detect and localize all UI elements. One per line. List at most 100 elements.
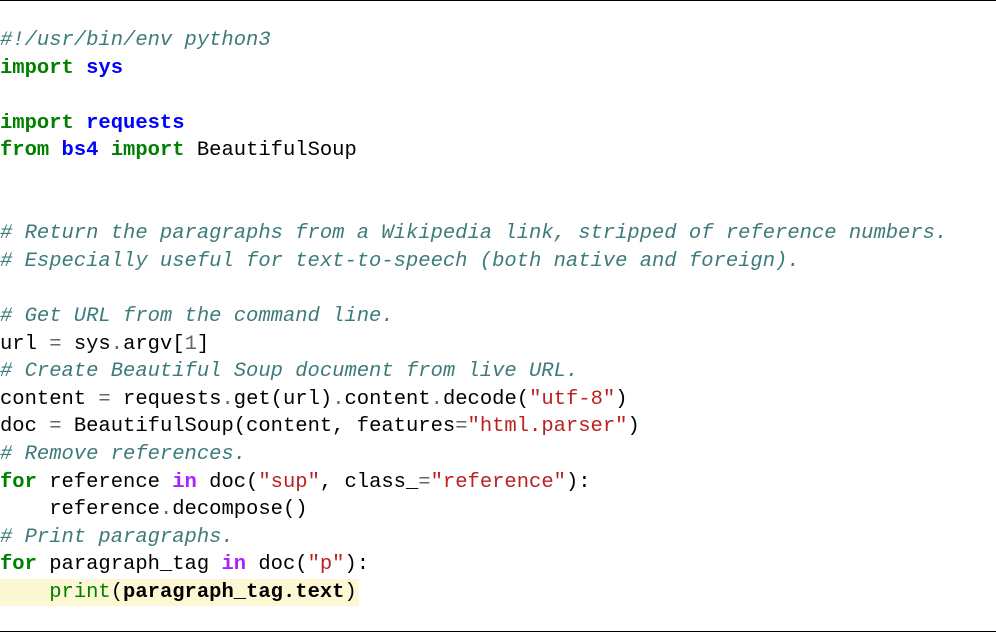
code-line: import sys (0, 55, 996, 83)
code-token: "reference" (430, 470, 566, 494)
code-token: ) (627, 415, 640, 439)
code-line-content: # Create Beautiful Soup document from li… (0, 360, 578, 383)
code-line: print(paragraph_tag.text) (0, 578, 996, 607)
code-token: "p" (307, 553, 345, 577)
code-line: url = sys.argv[1] (0, 331, 996, 359)
code-token: content (0, 387, 99, 411)
code-token: "html.parser" (467, 415, 628, 439)
code-line: from bs4 import BeautifulSoup (0, 137, 996, 165)
code-token: content (344, 387, 431, 411)
code-token: url (0, 332, 50, 356)
top-rule (0, 0, 996, 1)
code-line: reference.decompose() (0, 496, 996, 524)
code-token: decompose() (172, 498, 308, 522)
code-token: # Return the paragraphs from a Wikipedia… (0, 222, 948, 246)
code-token: reference (0, 498, 160, 522)
code-token: in (172, 470, 197, 494)
code-token: . (430, 387, 443, 411)
code-token: import (0, 56, 74, 80)
code-line: ​ (0, 193, 996, 221)
code-line-content: content = requests.get(url).content.deco… (0, 388, 628, 411)
code-token: for (0, 470, 37, 494)
code-token: = (98, 387, 111, 411)
code-token: "utf-8" (529, 387, 616, 411)
code-line-content: # Print paragraphs. (0, 526, 234, 549)
code-line-content: #!/usr/bin/env python3 (0, 29, 271, 52)
code-line: # Print paragraphs. (0, 524, 996, 552)
code-line: #!/usr/bin/env python3 (0, 27, 996, 55)
code-line-content: import requests (0, 112, 185, 135)
code-token: "sup" (258, 470, 320, 494)
code-token: # Create Beautiful Soup document from li… (0, 360, 579, 384)
code-token: = (455, 415, 468, 439)
code-token: ] (196, 332, 210, 356)
code-token: ): (565, 470, 591, 494)
code-line: doc = BeautifulSoup(content, features="h… (0, 413, 996, 441)
code-line-content: from bs4 import BeautifulSoup (0, 139, 357, 162)
code-token: = (418, 470, 431, 494)
code-token: . (332, 387, 345, 411)
code-token: ) (615, 387, 628, 411)
code-token: get(url) (233, 387, 333, 411)
code-token: doc( (196, 470, 259, 494)
code-token: sys (61, 332, 111, 356)
code-token: # Print paragraphs. (0, 525, 234, 549)
code-token: import (0, 111, 74, 135)
code-token: . (110, 332, 124, 356)
code-token: 1 (184, 332, 197, 356)
code-token: ( (110, 580, 124, 604)
code-token: import (110, 139, 185, 163)
code-token: in (221, 553, 247, 577)
code-line-content: for paragraph_tag in doc("p"): (0, 553, 369, 576)
code-token: # Especially useful for text-to-speech (… (0, 249, 800, 273)
code-line: # Get URL from the command line. (0, 303, 996, 331)
code-line-content: # Get URL from the command line. (0, 305, 394, 328)
code-line-content: for reference in doc("sup", class_="refe… (0, 471, 591, 494)
code-line-content: print(paragraph_tag.text) (0, 581, 357, 604)
code-line-content: # Remove references. (0, 443, 246, 466)
code-line-content: # Especially useful for text-to-speech (… (0, 250, 800, 273)
code-listing: #!/usr/bin/env python3import sys​import … (0, 27, 996, 607)
code-token: ) (344, 580, 357, 604)
code-token: argv[ (123, 332, 185, 356)
code-token: paragraph_tag.text (123, 580, 345, 604)
code-line: content = requests.get(url).content.deco… (0, 386, 996, 414)
code-line-content: doc = BeautifulSoup(content, features="h… (0, 415, 640, 438)
code-line: import requests (0, 110, 996, 138)
code-token: # Remove references. (0, 442, 247, 466)
code-token: . (159, 498, 173, 522)
code-token: sys (86, 56, 124, 80)
code-token: bs4 (61, 139, 99, 163)
code-line-content: reference.decompose() (0, 498, 308, 522)
code-token: #!/usr/bin/env python3 (0, 29, 271, 52)
bottom-rule (0, 631, 996, 632)
code-token: = (49, 332, 62, 356)
code-token: reference (36, 470, 173, 494)
code-token: BeautifulSoup(content, features (61, 415, 456, 439)
code-line: # Return the paragraphs from a Wikipedia… (0, 220, 996, 248)
code-token: paragraph_tag (36, 553, 222, 577)
code-token: print (49, 580, 111, 604)
code-line-content: import sys (0, 57, 123, 80)
code-token: from (0, 139, 50, 163)
code-line: ​ (0, 165, 996, 193)
code-token: , class_ (319, 470, 419, 494)
code-token: . (221, 387, 234, 411)
code-line: ​ (0, 82, 996, 110)
code-line-content: url = sys.argv[1] (0, 333, 209, 356)
code-token: # Get URL from the command line. (0, 304, 394, 328)
code-token: BeautifulSoup (184, 139, 357, 163)
code-token: doc (0, 415, 50, 439)
code-line-content: # Return the paragraphs from a Wikipedia… (0, 222, 947, 245)
code-line: # Especially useful for text-to-speech (… (0, 248, 996, 276)
code-token: for (0, 553, 37, 577)
code-token: = (49, 415, 62, 439)
code-token: doc( (246, 553, 308, 577)
code-line: ​ (0, 275, 996, 303)
code-token: requests (110, 387, 222, 411)
